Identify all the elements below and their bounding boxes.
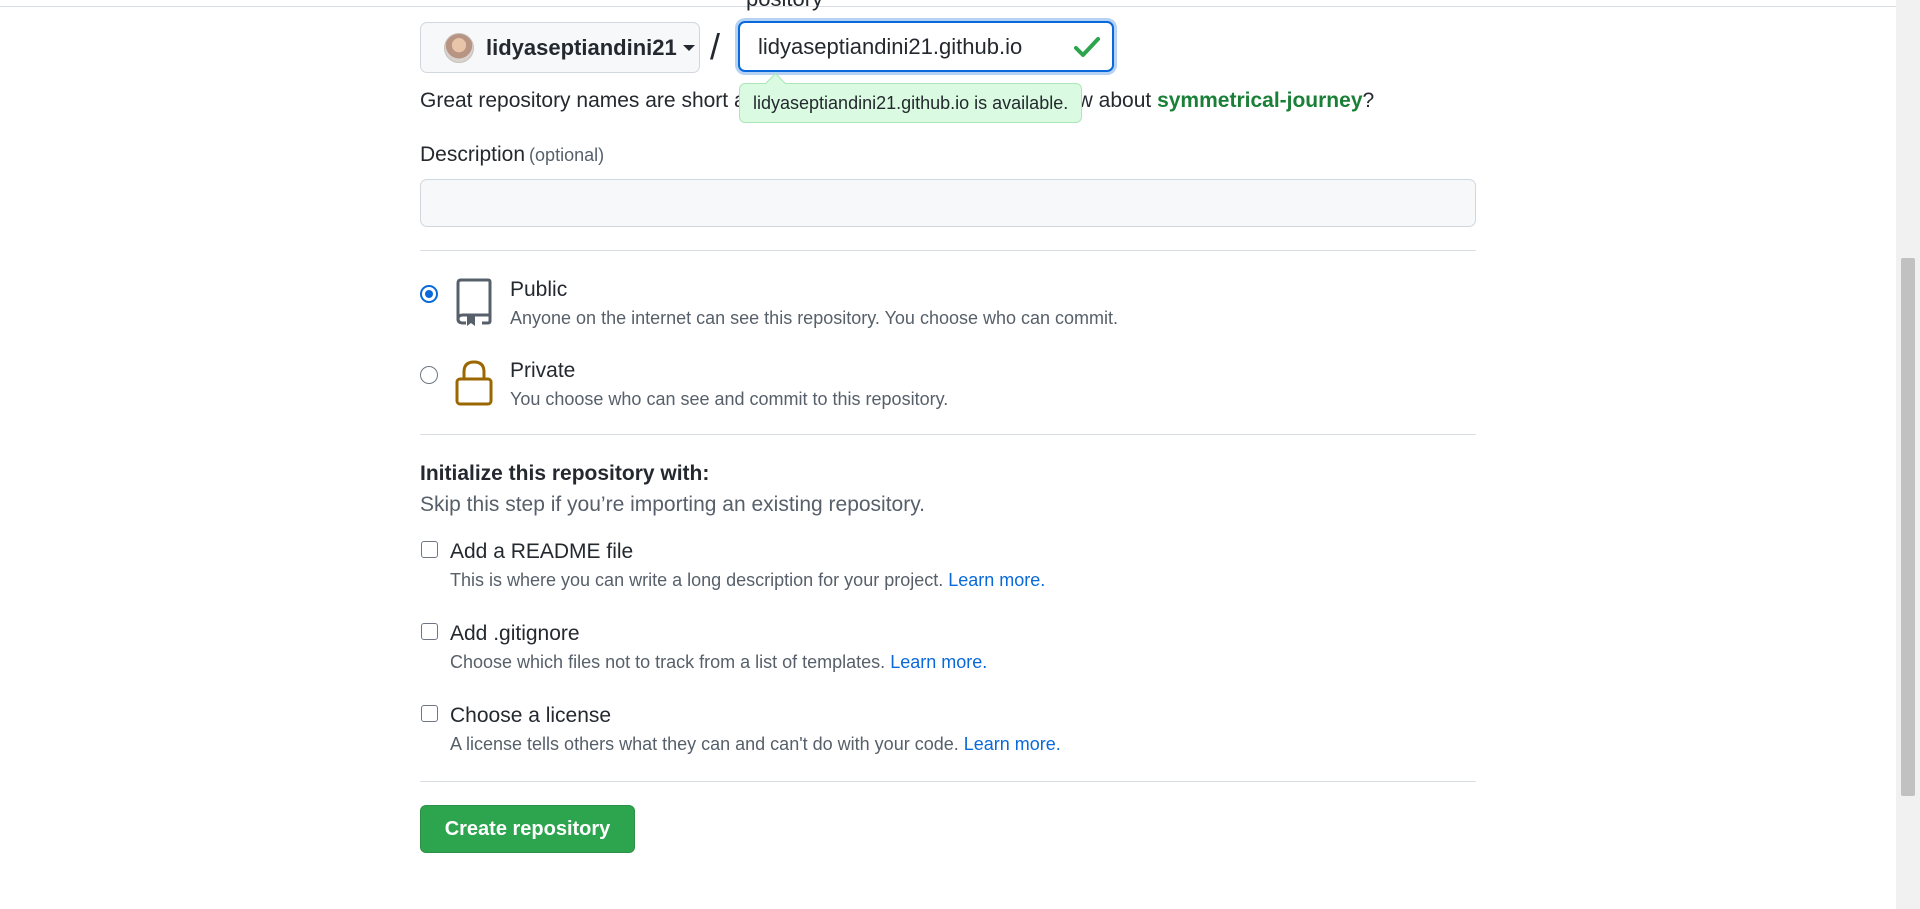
create-repository-button[interactable]: Create repository (420, 805, 635, 853)
section-heading-partial: pository (746, 0, 823, 12)
gitignore-title: Add .gitignore (450, 622, 580, 645)
initialize-title: Initialize this repository with: (420, 462, 710, 485)
description-label: Description (optional) (420, 143, 604, 167)
divider (420, 434, 1476, 435)
gitignore-subtitle-text: Choose which files not to track from a l… (450, 652, 891, 672)
private-radio[interactable] (420, 366, 438, 384)
repo-name-field (738, 21, 1114, 72)
description-input[interactable] (420, 179, 1476, 227)
hint-text-end: ow about symmetrical-journey? (1066, 89, 1374, 113)
gitignore-subtitle: Choose which files not to track from a l… (450, 652, 987, 673)
public-title: Public (510, 278, 568, 301)
initialize-subtitle: Skip this step if you’re importing an ex… (420, 493, 926, 516)
divider (420, 250, 1476, 251)
avatar (444, 32, 474, 63)
hint-text-start: Great repository names are short a (420, 89, 746, 112)
public-radio[interactable] (420, 285, 438, 303)
optional-label: (optional) (529, 145, 605, 165)
repo-name-input[interactable] (740, 23, 1060, 70)
check-icon (1074, 37, 1100, 57)
description-label-text: Description (420, 143, 526, 166)
private-subtitle: You choose who can see and commit to thi… (510, 389, 949, 409)
scrollbar-thumb[interactable] (1901, 258, 1915, 796)
owner-repo-separator: / (710, 26, 721, 67)
license-subtitle: A license tells others what they can and… (450, 734, 1061, 755)
suggested-name-link[interactable]: symmetrical-journey (1157, 89, 1362, 112)
learn-more-link[interactable]: Learn more. (948, 570, 1045, 590)
readme-subtitle: This is where you can write a long descr… (450, 570, 1045, 591)
availability-tooltip: lidyaseptiandini21.github.io is availabl… (739, 83, 1083, 123)
caret-down-icon (682, 44, 695, 51)
gitignore-checkbox[interactable] (421, 623, 438, 640)
readme-checkbox[interactable] (421, 541, 438, 558)
page-scrollbar[interactable] (1896, 0, 1920, 909)
license-subtitle-text: A license tells others what they can and… (450, 734, 964, 754)
readme-subtitle-text: This is where you can write a long descr… (450, 570, 949, 590)
hint-question: ? (1362, 89, 1375, 112)
license-title: Choose a license (450, 704, 612, 727)
top-divider (0, 6, 1896, 7)
readme-title: Add a README file (450, 540, 634, 563)
private-title: Private (510, 359, 576, 382)
divider (420, 781, 1476, 782)
license-checkbox[interactable] (421, 705, 438, 722)
repo-icon (456, 278, 492, 326)
owner-select-button[interactable]: lidyaseptiandini21 (420, 22, 700, 73)
public-subtitle: Anyone on the internet can see this repo… (510, 308, 1119, 328)
lock-icon (455, 360, 493, 406)
learn-more-link[interactable]: Learn more. (890, 652, 987, 672)
learn-more-link[interactable]: Learn more. (964, 734, 1061, 754)
owner-name: lidyaseptiandini21 (486, 34, 677, 60)
